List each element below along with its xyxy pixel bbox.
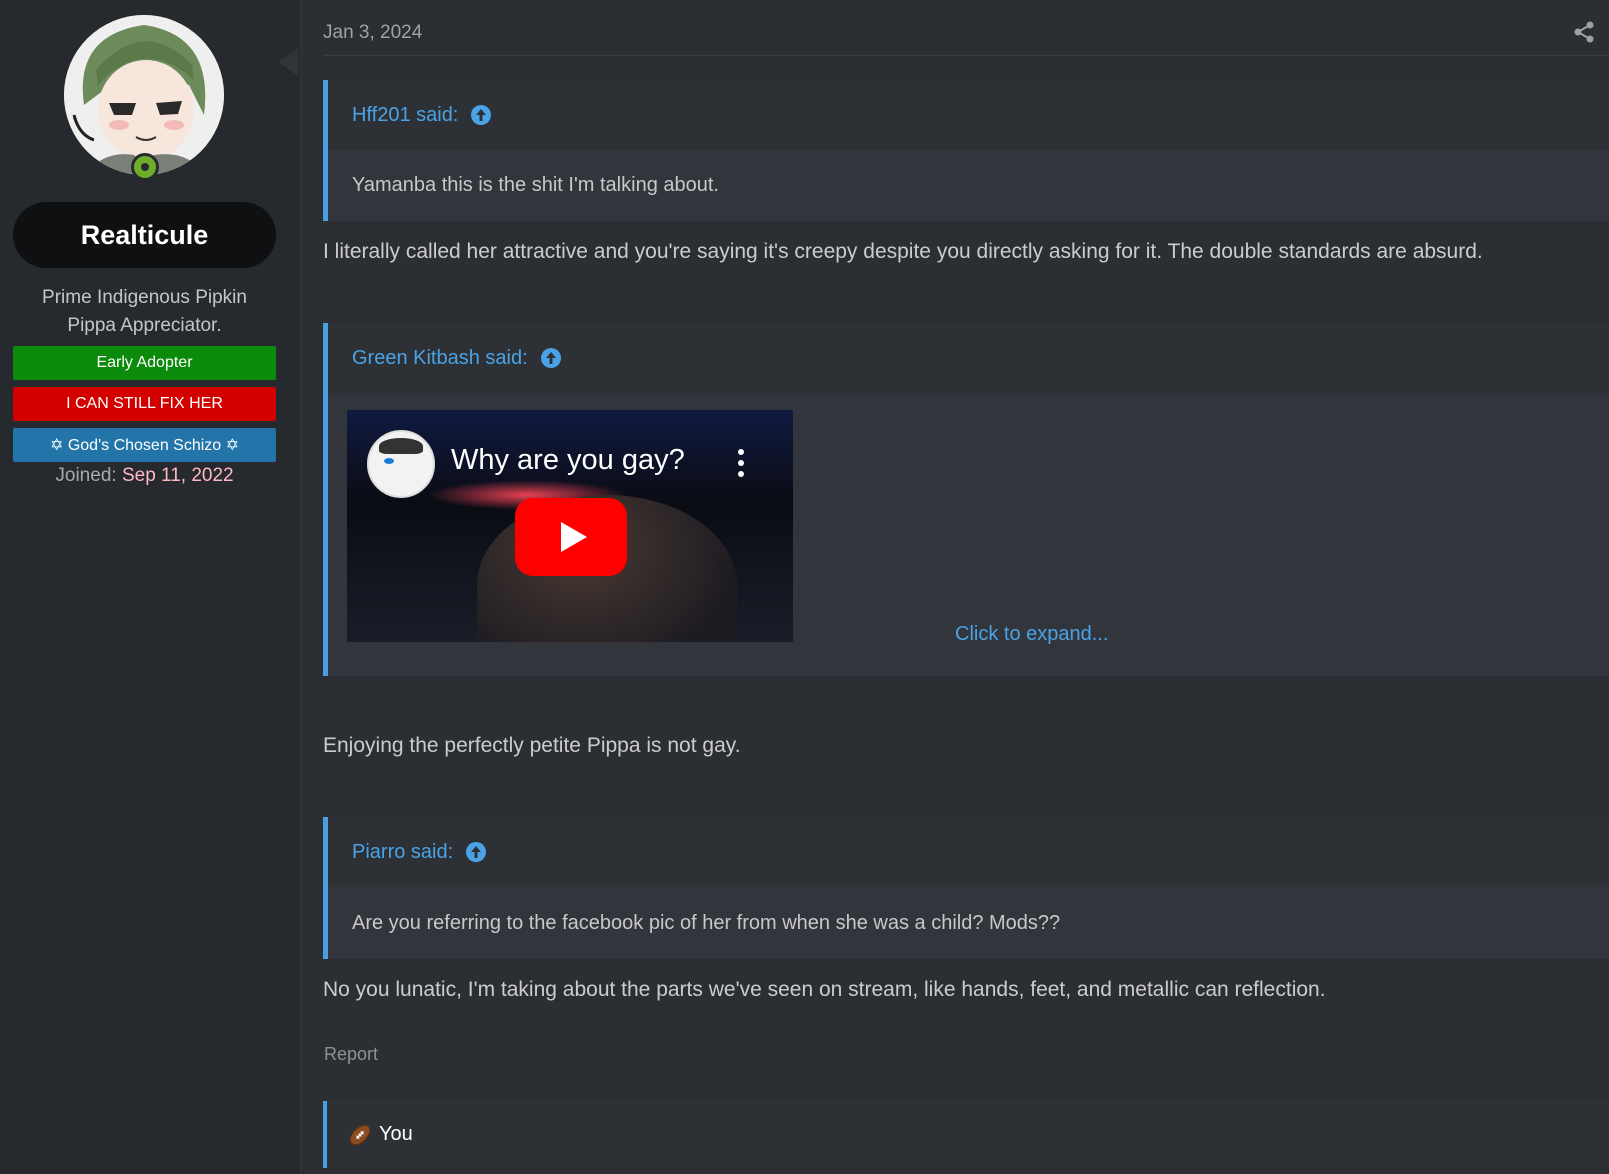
quote-block: Green Kitbash said: Why are you gay? Cli… — [323, 323, 1609, 676]
report-link[interactable]: Report — [324, 1044, 378, 1065]
quote-author-link[interactable]: Green Kitbash said: — [352, 347, 528, 370]
reaction-user[interactable]: You — [379, 1123, 413, 1146]
quote-block: Hff201 said: Yamanba this is the shit I'… — [323, 80, 1609, 221]
joined-info: Joined: Sep 11, 2022 — [13, 465, 276, 487]
quote-content: Yamanba this is the shit I'm talking abo… — [328, 150, 1609, 221]
user-title-line2: Pippa Appreciator. — [67, 315, 222, 336]
more-options-icon[interactable] — [737, 448, 745, 478]
quote-block: Piarro said: Are you referring to the fa… — [323, 817, 1609, 959]
share-icon[interactable] — [1573, 21, 1595, 43]
avatar-image — [64, 15, 224, 175]
video-title[interactable]: Why are you gay? — [451, 444, 685, 477]
banner-early-adopter: Early Adopter — [13, 346, 276, 380]
reply-text: I literally called her attractive and yo… — [323, 240, 1483, 263]
quote-content: Are you referring to the facebook pic of… — [328, 887, 1609, 959]
reply-text: Enjoying the perfectly petite Pippa is n… — [323, 734, 741, 757]
post-date[interactable]: Jan 3, 2024 — [323, 22, 422, 44]
jump-to-quote-icon[interactable] — [470, 104, 492, 126]
jump-to-quote-icon[interactable] — [465, 841, 487, 863]
user-sidebar: Realticule Prime Indigenous Pipkin Pippa… — [0, 0, 301, 1174]
banner-schizo: ✡ God's Chosen Schizo ✡ — [13, 428, 276, 462]
joined-label: Joined: — [55, 465, 117, 486]
play-icon — [561, 522, 587, 552]
channel-avatar-icon[interactable] — [367, 430, 435, 498]
avatar[interactable] — [64, 15, 224, 175]
quote-header: Green Kitbash said: — [328, 323, 1609, 393]
post-arrow — [278, 48, 298, 76]
quote-header: Hff201 said: — [328, 80, 1609, 150]
reaction-bar[interactable]: You — [323, 1101, 1609, 1168]
online-status-icon — [131, 153, 159, 181]
football-icon — [349, 1124, 371, 1145]
youtube-embed[interactable]: Why are you gay? — [347, 410, 793, 642]
user-title-line1: Prime Indigenous Pipkin — [42, 287, 247, 308]
header-divider — [323, 55, 1609, 56]
quote-author-link[interactable]: Piarro said: — [352, 841, 453, 864]
quote-header: Piarro said: — [328, 817, 1609, 887]
username[interactable]: Realticule — [13, 202, 276, 268]
banner-fix-her: I CAN STILL FIX HER — [13, 387, 276, 421]
reply-text: No you lunatic, I'm taking about the par… — [323, 978, 1326, 1001]
joined-date: Sep 11, 2022 — [121, 465, 234, 486]
click-to-expand-link[interactable]: Click to expand... — [955, 623, 1108, 646]
quote-content: Why are you gay? Click to expand... — [328, 393, 1609, 676]
quote-author-link[interactable]: Hff201 said: — [352, 104, 458, 127]
jump-to-quote-icon[interactable] — [540, 347, 562, 369]
user-title: Prime Indigenous Pipkin Pippa Appreciato… — [13, 284, 276, 340]
play-button[interactable] — [515, 498, 627, 576]
